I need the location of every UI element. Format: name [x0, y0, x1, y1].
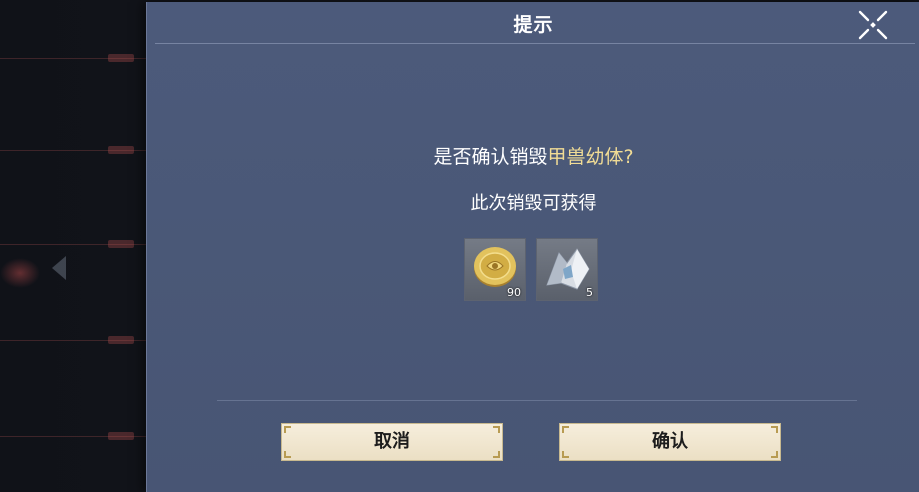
- question-mark: ?: [623, 146, 634, 168]
- background-marker: [108, 432, 134, 440]
- corner-decor: [771, 451, 778, 458]
- close-x-icon: [858, 10, 888, 40]
- background-marker: [108, 146, 134, 154]
- corner-decor: [493, 451, 500, 458]
- background-effect: [0, 258, 40, 288]
- item-name: 甲兽幼体: [547, 146, 624, 168]
- bottom-divider: [217, 400, 857, 401]
- corner-decor: [493, 426, 500, 433]
- corner-decor: [771, 426, 778, 433]
- reward-count: 90: [507, 286, 521, 299]
- destroy-question: 是否确认销毁甲兽幼体?: [147, 142, 919, 169]
- cancel-label: 取消: [374, 431, 410, 452]
- corner-decor: [284, 451, 291, 458]
- reward-slot-coin[interactable]: 90: [464, 238, 526, 301]
- corner-decor: [562, 451, 569, 458]
- reward-subtitle: 此次销毁可获得: [470, 193, 597, 214]
- background-marker: [108, 336, 134, 344]
- cancel-button[interactable]: 取消: [281, 423, 503, 461]
- corner-decor: [284, 426, 291, 433]
- background-arrow-icon: [52, 256, 66, 280]
- close-button[interactable]: [854, 6, 892, 44]
- reward-count: 5: [586, 286, 593, 299]
- confirm-label: 确认: [652, 431, 688, 452]
- background-marker: [108, 240, 134, 248]
- dialog-title: 提示: [513, 14, 554, 36]
- corner-decor: [562, 426, 569, 433]
- confirm-destroy-dialog: 提示 是否确认销毁甲兽幼体? 此次销毁可获得 90 5 取消 确认: [146, 2, 919, 492]
- background-marker: [108, 54, 134, 62]
- question-text: 是否确认销毁: [433, 146, 548, 168]
- confirm-button[interactable]: 确认: [559, 423, 781, 461]
- title-divider: [155, 43, 915, 44]
- reward-slot-crystal[interactable]: 5: [536, 238, 598, 301]
